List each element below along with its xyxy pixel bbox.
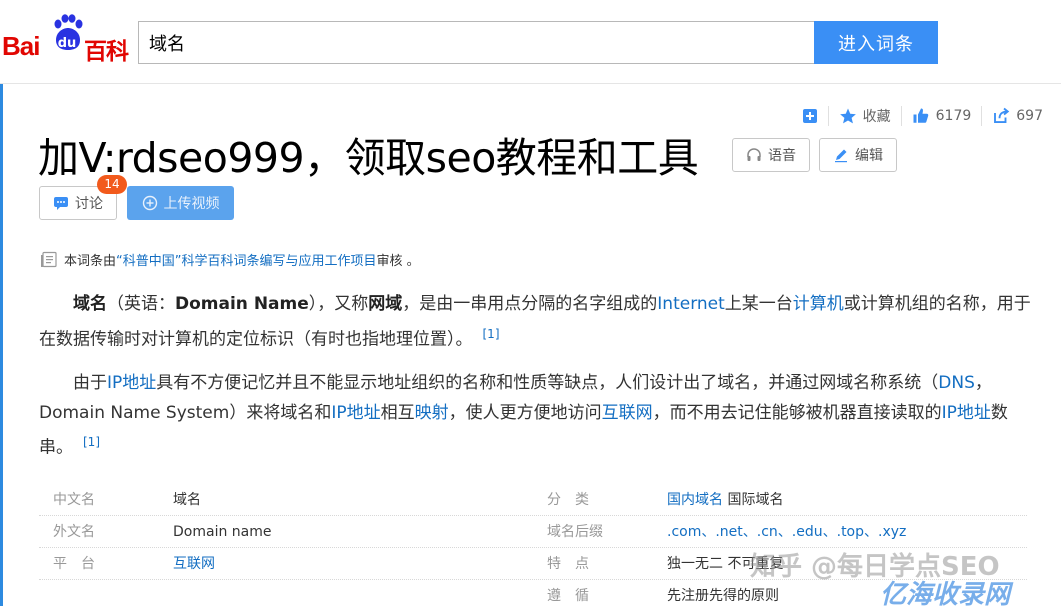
edit-label: 编辑 <box>855 148 883 164</box>
table-row: 中文名 域名 分 类 国内域名 国际域名 <box>39 484 1027 516</box>
info-label: 遵 循 <box>547 588 589 604</box>
internet-link[interactable]: 互联网 <box>602 403 653 423</box>
logo-du-text: du <box>57 36 77 51</box>
info-value: 域名 <box>173 492 201 508</box>
left-edge-bar <box>0 84 3 606</box>
table-row: 外文名 Domain name 域名后缀 .com、.net、.cn、.edu、… <box>39 516 1027 548</box>
text: 由于 <box>73 373 107 393</box>
discuss-label: 讨论 <box>75 196 103 212</box>
page-title: 加V:rdseo999，领取seo教程和工具 <box>38 134 699 182</box>
add-button[interactable] <box>802 106 828 126</box>
internet-link[interactable]: 互联网 <box>173 548 215 580</box>
upload-video-label: 上传视频 <box>163 196 220 212</box>
discuss-count-badge: 14 <box>97 175 127 194</box>
table-row: 遵 循 先注册先得的原则 <box>39 580 1027 606</box>
star-icon <box>839 108 856 124</box>
computer-link[interactable]: 计算机 <box>793 294 844 314</box>
reference-link[interactable]: [1] <box>483 327 500 341</box>
info-value: 独一无二 不可重复 <box>667 556 784 572</box>
ip-address-link[interactable]: IP地址 <box>107 373 156 393</box>
review-prefix: 本词条由 <box>64 254 117 269</box>
search-input[interactable] <box>138 21 815 64</box>
info-label: 特 点 <box>547 556 589 572</box>
favorite-button[interactable]: 收藏 <box>827 106 901 126</box>
internet-link[interactable]: Internet <box>657 294 725 314</box>
plus-square-icon <box>802 109 817 123</box>
suffix-links[interactable]: .com、.net、.cn、.edu、.top、.xyz <box>667 516 906 548</box>
review-org-link[interactable]: “科普中国”科学百科词条编写与应用工作项目 <box>116 250 376 269</box>
text: ，使人更方便地访问 <box>448 402 602 423</box>
share-icon <box>994 107 1010 123</box>
entry-tools: 收藏 6179 697 <box>802 104 1053 128</box>
document-icon <box>41 251 57 267</box>
voice-button[interactable]: 语音 <box>732 138 810 172</box>
paragraph-definition: 域名（英语：Domain Name），又称网域，是由一串用点分隔的名字组成的In… <box>39 290 1039 355</box>
header: Bai du 百科 进入词条 <box>0 0 1061 84</box>
review-note: 本词条由 “科普中国”科学百科词条编写与应用工作项目 审核 。 <box>40 250 420 269</box>
logo-bai-text: Bai <box>2 31 40 61</box>
term-bold: 域名 <box>73 294 107 314</box>
review-suffix: 审核 。 <box>376 254 420 269</box>
chat-bubble-icon <box>54 197 68 210</box>
english-term: Domain Name <box>175 294 309 314</box>
text: ，是由一串用点分隔的名字组成的 <box>402 294 658 314</box>
alias-term: 网域 <box>368 294 403 314</box>
info-value: 先注册先得的原则 <box>667 588 779 604</box>
voice-label: 语音 <box>768 148 796 164</box>
like-button[interactable]: 6179 <box>900 106 982 126</box>
info-label: 域名后缀 <box>547 524 603 540</box>
text: 具有不方便记忆并且不能显示地址组织的名称和性质等缺点，人们设计出了域名，并通过网… <box>156 373 939 393</box>
baidu-baike-logo[interactable]: Bai du 百科 <box>2 14 130 65</box>
like-count: 6179 <box>935 108 972 124</box>
enter-entry-button[interactable]: 进入词条 <box>814 21 938 64</box>
mapping-link[interactable]: 映射 <box>415 403 449 423</box>
text: ），又称 <box>308 294 369 314</box>
table-row: 平 台 互联网 特 点 独一无二 不可重复 <box>39 548 1027 580</box>
domestic-domain-link[interactable]: 国内域名 <box>667 492 723 508</box>
ip-address-link[interactable]: IP地址 <box>942 403 991 423</box>
info-label: 中文名 <box>53 492 95 508</box>
text: ，而不用去记住能够被机器直接读取的 <box>652 402 942 423</box>
info-value: 国际域名 <box>723 492 784 508</box>
text: 上某一台 <box>724 294 793 314</box>
share-button[interactable]: 697 <box>981 106 1053 126</box>
ip-address-link[interactable]: IP地址 <box>331 403 380 423</box>
paragraph-history: 由于IP地址具有不方便记忆并且不能显示地址组织的名称和性质等缺点，人们设计出了域… <box>39 369 1039 463</box>
dns-link[interactable]: DNS <box>938 373 975 393</box>
share-count: 697 <box>1016 108 1043 124</box>
headphones-icon <box>747 148 761 161</box>
thumbs-up-icon <box>913 108 928 123</box>
edit-button[interactable]: 编辑 <box>819 138 897 172</box>
reference-link[interactable]: [1] <box>83 435 100 449</box>
pencil-icon <box>835 149 847 163</box>
text: （英语： <box>107 294 175 314</box>
favorite-label: 收藏 <box>862 109 891 125</box>
info-label: 平 台 <box>53 556 95 572</box>
upload-video-button[interactable]: 上传视频 <box>127 186 234 220</box>
plus-circle-icon <box>142 195 157 211</box>
info-value: Domain name <box>173 524 272 540</box>
text: 相互 <box>380 402 415 423</box>
info-label: 外文名 <box>53 524 95 540</box>
info-label: 分 类 <box>547 492 589 508</box>
logo-baike-text: 百科 <box>84 39 129 65</box>
